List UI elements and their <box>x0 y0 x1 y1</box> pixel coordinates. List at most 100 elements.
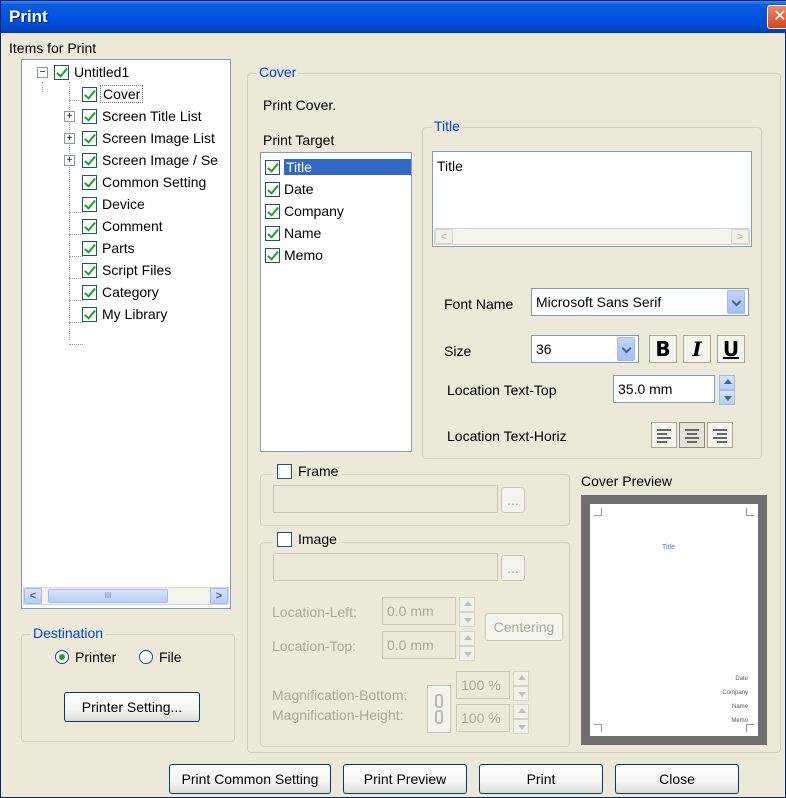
tree-item-my-library[interactable]: My Library <box>82 303 169 325</box>
scroll-left-icon[interactable]: < <box>435 229 453 244</box>
font-name-combo[interactable]: Microsoft Sans Serif <box>531 288 749 316</box>
collapse-icon[interactable]: − <box>37 67 48 78</box>
spin-down-icon[interactable] <box>459 646 475 661</box>
centering-button[interactable]: Centering <box>485 613 563 641</box>
tree-item-script-files[interactable]: Script Files <box>82 259 173 281</box>
checkbox-icon[interactable] <box>82 196 97 212</box>
checkbox-icon[interactable] <box>82 262 97 278</box>
printer-radio[interactable]: Printer <box>55 649 116 665</box>
expand-icon[interactable]: + <box>64 133 75 144</box>
align-right-icon[interactable] <box>707 422 733 448</box>
preview-name-text: Name <box>731 704 748 710</box>
spin-up-icon[interactable] <box>513 704 529 719</box>
printer-setting-button[interactable]: Printer Setting... <box>64 692 200 722</box>
checkbox-icon[interactable] <box>82 130 97 146</box>
tree-item-screen-image-list[interactable]: Screen Image List <box>82 127 217 149</box>
tree-item-untitled1[interactable]: Untitled1 <box>54 61 131 83</box>
checkbox-icon[interactable] <box>82 240 97 256</box>
expand-icon[interactable]: + <box>64 111 75 122</box>
spin-down-icon[interactable] <box>513 719 529 734</box>
list-item-title[interactable]: Title <box>265 156 411 178</box>
checkbox-icon[interactable] <box>265 181 280 197</box>
title-bar[interactable]: Print ✕ <box>1 1 786 33</box>
magnification-height-input[interactable]: 100 % <box>456 704 510 732</box>
chevron-down-icon[interactable] <box>617 337 635 361</box>
checkbox-icon[interactable] <box>277 531 292 547</box>
print-preview-button[interactable]: Print Preview <box>343 764 467 794</box>
link-icon[interactable] <box>427 685 451 733</box>
checkbox-icon[interactable] <box>265 203 280 219</box>
tree-item-comment[interactable]: Comment <box>82 215 165 237</box>
image-path-input[interactable] <box>273 553 498 581</box>
frame-checkbox[interactable]: Frame <box>273 463 343 479</box>
tree-item-screen-title-list[interactable]: Screen Title List <box>82 105 204 127</box>
spin-up-icon[interactable] <box>719 375 735 390</box>
spin-up-icon[interactable] <box>459 597 475 612</box>
file-radio[interactable]: File <box>139 649 182 665</box>
tree-item-common-setting[interactable]: Common Setting <box>82 171 208 193</box>
cover-preview-page: Title Date Company Name Memo <box>590 504 758 736</box>
expand-icon[interactable]: + <box>64 155 75 166</box>
checkbox-icon[interactable] <box>82 108 97 124</box>
checkbox-icon[interactable] <box>82 86 97 102</box>
checkbox-icon[interactable] <box>265 225 280 241</box>
checkbox-icon[interactable] <box>82 152 97 168</box>
title-horizontal-scrollbar[interactable]: < > <box>434 228 750 245</box>
spin-down-icon[interactable] <box>513 686 529 701</box>
scroll-right-icon[interactable]: > <box>210 588 228 604</box>
print-target-list[interactable]: Title Date Company Name Memo <box>260 152 412 452</box>
scroll-thumb[interactable]: III <box>48 589 168 603</box>
magnification-bottom-spinner[interactable] <box>513 671 529 701</box>
items-tree[interactable]: − Untitled1 Cover + Screen Title List + … <box>21 59 231 609</box>
align-left-icon[interactable] <box>651 422 677 448</box>
checkbox-icon[interactable] <box>82 284 97 300</box>
chevron-down-icon[interactable] <box>727 290 745 314</box>
image-checkbox[interactable]: Image <box>273 531 341 547</box>
tree-horizontal-scrollbar[interactable]: < III > <box>23 587 229 605</box>
close-window-button[interactable]: ✕ <box>767 5 786 29</box>
bold-button[interactable]: B <box>649 335 677 363</box>
checkbox-icon[interactable] <box>265 247 280 263</box>
list-item-memo[interactable]: Memo <box>265 244 323 266</box>
spin-down-icon[interactable] <box>719 390 735 405</box>
list-item-name[interactable]: Name <box>265 222 321 244</box>
location-left-input[interactable]: 0.0 mm <box>382 597 456 625</box>
radio-icon[interactable] <box>55 650 69 664</box>
location-text-top-spinner[interactable] <box>719 375 735 405</box>
checkbox-icon[interactable] <box>265 159 280 175</box>
spin-up-icon[interactable] <box>459 631 475 646</box>
tree-item-cover[interactable]: Cover <box>82 83 144 105</box>
magnification-height-spinner[interactable] <box>513 704 529 734</box>
image-browse-button[interactable]: ... <box>501 555 525 581</box>
location-top-input[interactable]: 0.0 mm <box>382 631 456 659</box>
scroll-right-icon[interactable]: > <box>731 229 749 244</box>
title-text-area[interactable]: Title < > <box>432 151 752 247</box>
location-top-spinner[interactable] <box>459 631 475 661</box>
checkbox-icon[interactable] <box>277 463 292 479</box>
list-item-date[interactable]: Date <box>265 178 314 200</box>
spin-down-icon[interactable] <box>459 612 475 627</box>
print-button[interactable]: Print <box>479 764 603 794</box>
align-center-icon[interactable] <box>679 422 705 448</box>
scroll-left-icon[interactable]: < <box>24 588 42 604</box>
checkbox-icon[interactable] <box>82 218 97 234</box>
location-left-spinner[interactable] <box>459 597 475 627</box>
checkbox-icon[interactable] <box>82 306 97 322</box>
magnification-bottom-input[interactable]: 100 % <box>456 671 510 699</box>
location-text-top-input[interactable]: 35.0 mm <box>613 375 715 403</box>
underline-button[interactable]: U <box>717 335 745 363</box>
italic-button[interactable]: I <box>683 335 711 363</box>
close-button[interactable]: Close <box>615 764 739 794</box>
radio-icon[interactable] <box>139 650 153 664</box>
list-item-company[interactable]: Company <box>265 200 344 222</box>
spin-up-icon[interactable] <box>513 671 529 686</box>
print-common-setting-button[interactable]: Print Common Setting <box>169 764 331 794</box>
tree-item-device[interactable]: Device <box>82 193 147 215</box>
checkbox-icon[interactable] <box>54 64 69 80</box>
frame-browse-button[interactable]: ... <box>501 487 525 513</box>
frame-path-input[interactable] <box>273 485 498 513</box>
tree-item-category[interactable]: Category <box>82 281 161 303</box>
tree-item-screen-image-se[interactable]: Screen Image / Se <box>82 149 220 171</box>
checkbox-icon[interactable] <box>82 174 97 190</box>
tree-item-parts[interactable]: Parts <box>82 237 137 259</box>
